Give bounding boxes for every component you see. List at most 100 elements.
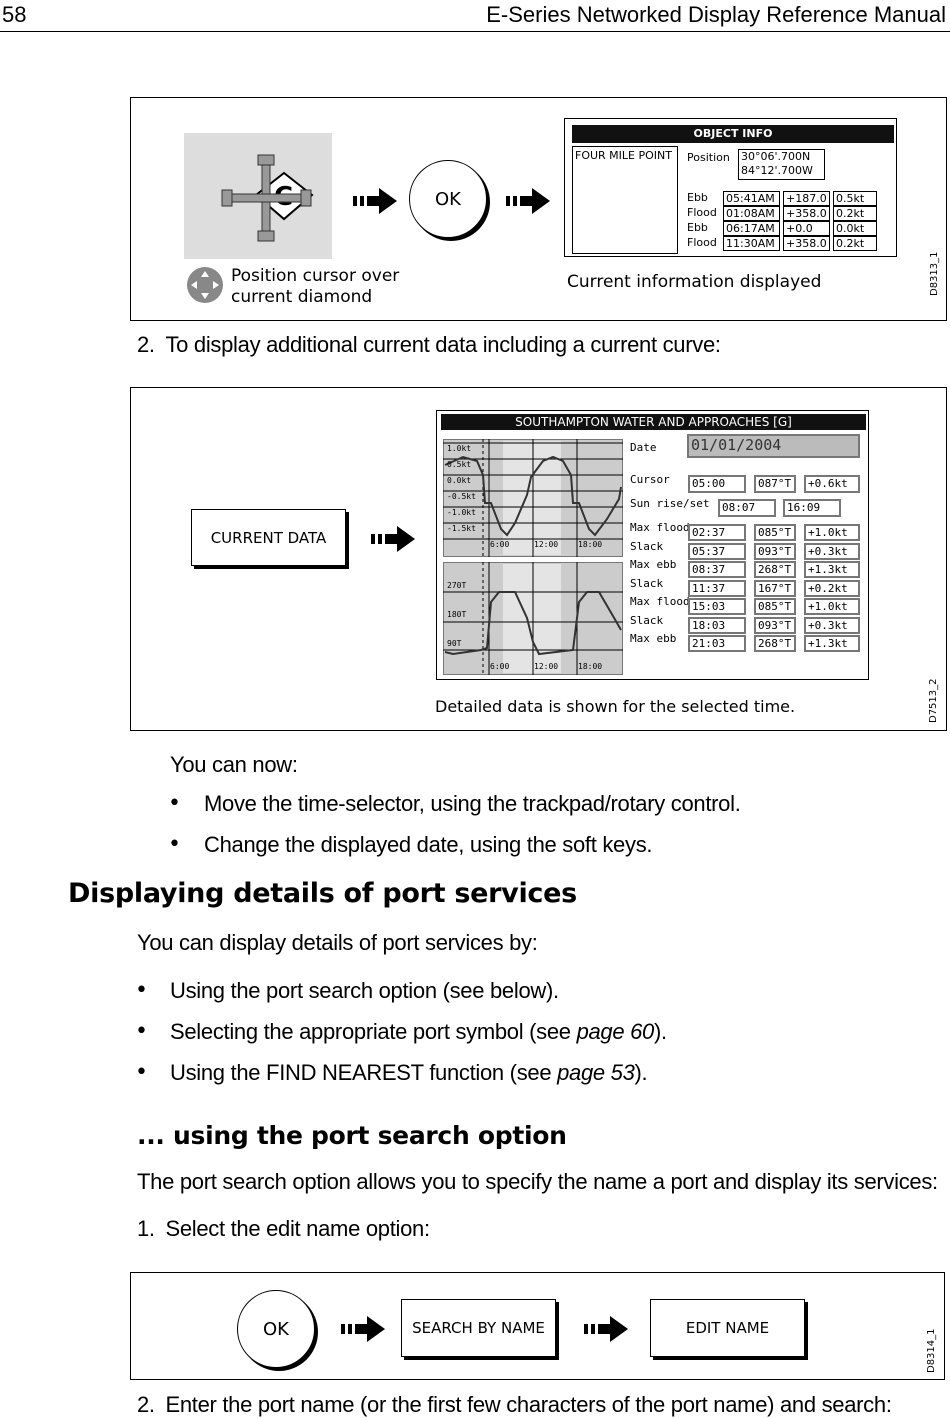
tide-row-time: 02:37 <box>688 524 746 541</box>
time-tick-label: 12:00 <box>534 540 559 549</box>
bullet-text: Change the displayed date, using the sof… <box>204 832 653 857</box>
section-heading: Displaying details of port services <box>68 878 577 909</box>
speed-tick-label: 0.0kt <box>447 476 472 485</box>
search-by-name-button[interactable]: SEARCH BY NAME <box>401 1299 556 1357</box>
caption-position-line2: current diamond <box>231 287 373 307</box>
cursor-label: Cursor <box>630 473 670 486</box>
page-number: 58 <box>2 2 27 27</box>
bullet-text: Selecting the appropriate port symbol (s… <box>170 1019 667 1045</box>
figure-object-info: C Position cursor over current diamond O… <box>130 97 947 321</box>
tide-event-time: 01:08AM <box>723 206 780 221</box>
tide-row-time: 15:03 <box>688 598 746 615</box>
you-can-now: You can now: <box>170 752 298 777</box>
time-tick-label: 18:00 <box>578 540 603 549</box>
edit-name-button[interactable]: EDIT NAME <box>650 1299 805 1357</box>
tide-row-direction: 093°T <box>754 616 796 634</box>
tide-row-label: Slack <box>630 539 664 553</box>
manual-title: E-Series Networked Display Reference Man… <box>486 2 946 27</box>
bullet: • <box>168 832 181 857</box>
tide-event-label: Flood <box>687 236 717 249</box>
tide-row-speed: +1.3kt <box>804 635 860 652</box>
caption-current-info: Current information displayed <box>567 272 822 292</box>
step-2: 2. To display additional current data in… <box>137 332 721 357</box>
bullet-text-end: ). <box>654 1019 667 1044</box>
page-link[interactable]: page 60 <box>577 1019 655 1044</box>
tide-event-time: 11:30AM <box>723 236 780 251</box>
cursor-time: 05:00 <box>688 475 746 493</box>
direction-tick-label: 180T <box>447 610 467 619</box>
tide-event-direction: +187.0 <box>783 191 830 206</box>
ok-button[interactable]: OK <box>409 160 487 238</box>
screen-title: SOUTHAMPTON WATER AND APPROACHES [G] <box>441 414 866 430</box>
caption-position-line1: Position cursor over <box>231 266 400 286</box>
subsection-heading: ... using the port search option <box>137 1121 567 1150</box>
tide-row-direction: 167°T <box>754 579 796 597</box>
date-field[interactable]: 01/01/2004 <box>687 434 860 458</box>
tide-event-time: 06:17AM <box>723 221 780 236</box>
tide-row-time: 05:37 <box>688 542 746 560</box>
position-label: Position <box>687 151 730 164</box>
time-tick-label: 12:00 <box>534 662 559 671</box>
tide-row-speed: +0.2kt <box>804 579 860 597</box>
caption-detailed-data: Detailed data is shown for the selected … <box>435 697 796 716</box>
tide-event-direction: +358.0 <box>783 236 830 251</box>
bullet-text-end: ). <box>634 1060 648 1085</box>
latitude: 30°06'.700N <box>741 150 811 163</box>
direction-graph <box>443 562 623 675</box>
tide-row-direction: 085°T <box>754 598 796 615</box>
tide-event-speed: 0.2kt <box>833 206 877 221</box>
chart-cursor-image: C <box>184 133 332 259</box>
sub-intro-text: The port search option allows you to spe… <box>137 1169 938 1194</box>
tide-event-direction: +358.0 <box>783 206 830 221</box>
date-label: Date <box>630 441 657 454</box>
figure-code: D8314_1 <box>926 1328 937 1373</box>
tide-row-time: 08:37 <box>688 561 746 578</box>
tide-row-label: Max flood <box>630 521 690 534</box>
object-info-title: OBJECT INFO <box>572 125 894 143</box>
bullet-text-main: Selecting the appropriate port symbol (s… <box>170 1019 577 1044</box>
arrow-right-icon <box>371 526 415 552</box>
tide-row-label: Max ebb <box>630 632 677 645</box>
tide-row-direction: 085°T <box>754 524 796 541</box>
tide-row-speed: +0.3kt <box>804 542 860 560</box>
bullet-text-main: Using the FIND NEAREST function (see <box>170 1060 558 1085</box>
bullet-text-main: Using the port search option (see below)… <box>170 978 559 1003</box>
direction-tick-label: 90T <box>447 639 462 648</box>
time-tick-label: 18:00 <box>578 662 603 671</box>
time-tick-label: 6:00 <box>490 540 510 549</box>
tide-row-label: Max ebb <box>630 558 677 571</box>
bullet: • <box>135 978 148 1003</box>
figure-code: D7513_2 <box>928 678 939 723</box>
tide-row-direction: 268°T <box>754 561 796 578</box>
bullet-text: Using the port search option (see below)… <box>170 978 559 1004</box>
tide-screen: SOUTHAMPTON WATER AND APPROACHES [G] 1.0… <box>436 410 869 680</box>
figure-current-data: CURRENT DATA SOUTHAMPTON WATER AND APPRO… <box>130 387 947 731</box>
tide-event-time: 05:41AM <box>723 191 780 206</box>
direction-tick-label: 270T <box>447 581 467 590</box>
sunrise: 08:07 <box>718 499 776 517</box>
tide-row-time: 18:03 <box>688 616 746 634</box>
tide-row-label: Slack <box>630 613 664 627</box>
sun-label: Sun rise/set <box>630 497 710 510</box>
header-rule <box>0 31 950 32</box>
sunset: 16:09 <box>783 499 841 517</box>
speed-tick-label: -1.0kt <box>447 508 476 517</box>
intro-text: You can display details of port services… <box>137 930 538 955</box>
bullet-text: Move the time-selector, using the trackp… <box>204 791 741 816</box>
bullet: • <box>135 1060 148 1085</box>
tide-row-direction: 093°T <box>754 542 796 560</box>
arrow-right-icon <box>584 1316 628 1342</box>
tide-row-speed: +1.0kt <box>804 524 860 541</box>
arrow-right-icon <box>506 188 550 214</box>
tide-event-label: Flood <box>687 206 717 219</box>
tide-row-speed: +1.0kt <box>804 598 860 615</box>
ok-button[interactable]: OK <box>237 1290 315 1368</box>
page-link[interactable]: page 53 <box>557 1060 635 1085</box>
object-name: FOUR MILE POINT <box>572 146 678 254</box>
current-data-button[interactable]: CURRENT DATA <box>191 509 346 566</box>
tide-event-label: Ebb <box>687 221 708 234</box>
cursor-speed: +0.6kt <box>804 475 860 493</box>
bullet: • <box>135 1019 148 1044</box>
tide-row-time: 11:37 <box>688 579 746 597</box>
arrow-right-icon <box>341 1316 385 1342</box>
